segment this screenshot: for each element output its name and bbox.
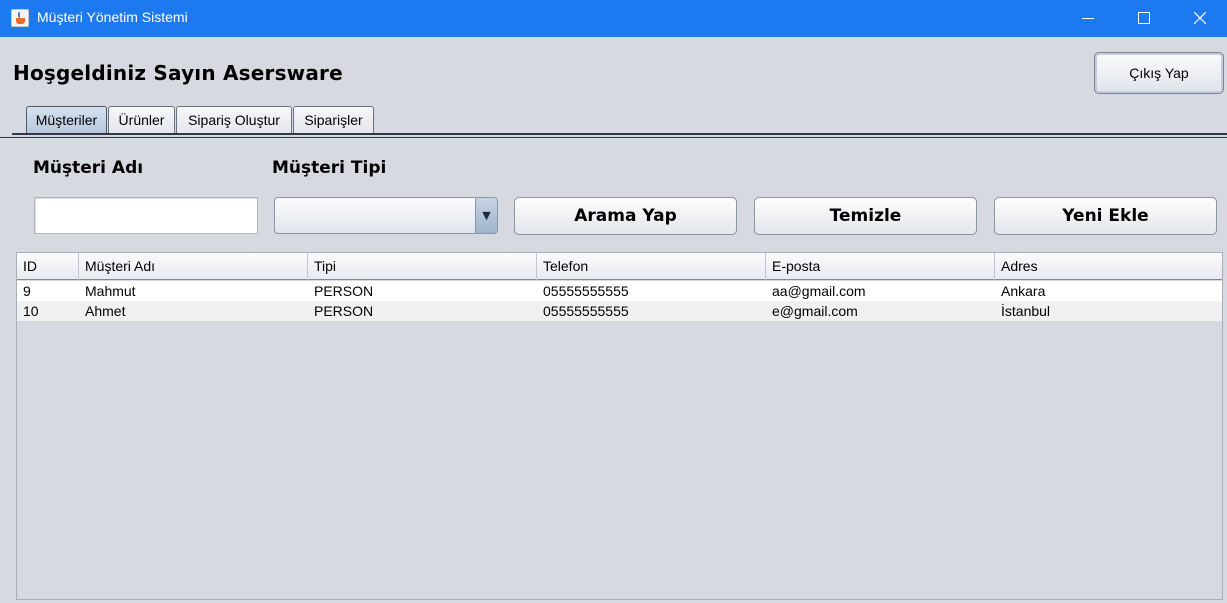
customer-name-label: Müşteri Adı	[33, 158, 144, 178]
customer-table[interactable]: ID Müşteri Adı Tipi Telefon E-posta Adre…	[16, 252, 1223, 600]
title-bar: Müşteri Yönetim Sistemi	[0, 0, 1227, 37]
column-header-type[interactable]: Tipi	[308, 253, 537, 280]
maximize-button[interactable]	[1121, 0, 1167, 37]
java-cup-icon	[11, 9, 29, 27]
cell-email: aa@gmail.com	[772, 283, 866, 299]
tab-musteriler[interactable]: Müşteriler	[26, 106, 107, 133]
tab-divider-lower	[0, 137, 1227, 138]
minimize-icon	[1082, 18, 1094, 19]
customer-name-input[interactable]	[34, 197, 258, 234]
clear-button[interactable]: Temizle	[754, 197, 977, 235]
tab-siparis-olustur[interactable]: Sipariş Oluştur	[176, 106, 292, 133]
cell-phone: 05555555555	[543, 283, 629, 299]
close-icon	[1194, 12, 1206, 24]
dropdown-arrow-icon[interactable]: ▼	[475, 198, 497, 233]
cell-address: İstanbul	[1001, 303, 1051, 319]
cell-address: Ankara	[1001, 283, 1046, 299]
cell-type: PERSON	[314, 283, 374, 299]
tab-divider	[12, 133, 1227, 135]
table-row[interactable]: 10 Ahmet PERSON 05555555555 e@gmail.com …	[17, 301, 1222, 321]
add-new-button[interactable]: Yeni Ekle	[994, 197, 1217, 235]
column-header-email[interactable]: E-posta	[766, 253, 995, 280]
window-title: Müşteri Yönetim Sistemi	[37, 9, 188, 25]
cell-type: PERSON	[314, 303, 374, 319]
cell-id: 10	[23, 303, 39, 319]
column-header-phone[interactable]: Telefon	[537, 253, 766, 280]
column-header-id[interactable]: ID	[17, 253, 79, 280]
maximize-icon	[1138, 12, 1150, 24]
table-header: ID Müşteri Adı Tipi Telefon E-posta Adre…	[17, 253, 1222, 280]
close-button[interactable]	[1177, 0, 1223, 37]
cell-phone: 05555555555	[543, 303, 629, 319]
cell-name: Mahmut	[85, 283, 136, 299]
table-row[interactable]: 9 Mahmut PERSON 05555555555 aa@gmail.com…	[17, 281, 1222, 301]
tab-urunler[interactable]: Ürünler	[108, 106, 175, 133]
logout-button[interactable]: Çıkış Yap	[1094, 52, 1224, 94]
column-header-name[interactable]: Müşteri Adı	[79, 253, 308, 280]
column-header-address[interactable]: Adres	[995, 253, 1222, 280]
tab-siparisler[interactable]: Siparişler	[293, 106, 374, 133]
cell-name: Ahmet	[85, 303, 126, 319]
minimize-button[interactable]	[1065, 0, 1111, 37]
search-button[interactable]: Arama Yap	[514, 197, 737, 235]
customer-type-label: Müşteri Tipi	[272, 158, 387, 178]
cell-email: e@gmail.com	[772, 303, 858, 319]
customer-type-select[interactable]: ▼	[274, 197, 498, 234]
welcome-heading: Hoşgeldiniz Sayın Asersware	[13, 61, 343, 85]
cell-id: 9	[23, 283, 31, 299]
